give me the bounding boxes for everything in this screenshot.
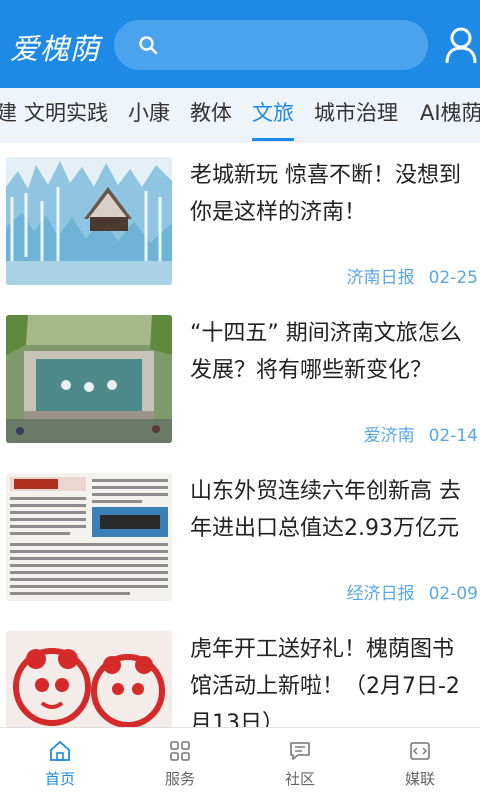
tab-civilization[interactable]: 文明实践 (24, 88, 108, 141)
news-title: 虎年开工送好礼！槐荫图书馆活动上新啦！（2月7日-2月13日） (190, 637, 460, 727)
nav-community[interactable]: 社区 (240, 728, 360, 800)
news-date: 02-25 (428, 268, 478, 288)
papercut-photo (6, 631, 172, 727)
tab-culture-tourism[interactable]: 文旅 (252, 88, 294, 141)
news-source: 经济日报 (346, 584, 415, 604)
news-date: 02-14 (428, 426, 478, 446)
nav-services-label: 服务 (164, 770, 195, 788)
news-meta: 济南日报 02-25 (347, 263, 478, 288)
news-title: 山东外贸连续六年创新高 去年进出口总值达2.93万亿元 (190, 479, 461, 541)
tab-party[interactable]: 建 (0, 88, 17, 141)
news-item[interactable]: 老城新玩 惊喜不断！没想到你是这样的济南！ 济南日报 02-25 (0, 143, 480, 301)
nav-community-label: 社区 (284, 770, 315, 788)
newspaper-photo (6, 473, 172, 601)
news-meta: 爱济南 02-14 (364, 421, 478, 446)
tab-city-governance[interactable]: 城市治理 (314, 88, 398, 141)
nav-home[interactable]: 首页 (0, 728, 120, 800)
spring-pool-photo (6, 315, 172, 443)
search-bar[interactable] (114, 20, 428, 70)
news-title: 老城新玩 惊喜不断！没想到你是这样的济南！ (190, 163, 461, 225)
news-source: 济南日报 (346, 268, 415, 288)
frozen-waterfall-photo (6, 157, 172, 285)
tab-education-sports[interactable]: 教体 (190, 88, 232, 141)
user-icon[interactable] (444, 26, 478, 64)
nav-services[interactable]: 服务 (120, 728, 240, 800)
news-item[interactable]: 山东外贸连续六年创新高 去年进出口总值达2.93万亿元 经济日报 02-09 (0, 459, 480, 617)
top-header: 爱槐荫 (0, 0, 480, 88)
news-meta: 经济日报 02-09 (347, 579, 478, 604)
news-title: “十四五” 期间济南文旅怎么发展？将有哪些新变化？ (190, 321, 462, 383)
nav-media[interactable]: 媒联 (360, 728, 480, 800)
home-icon (50, 740, 70, 761)
media-icon (410, 742, 430, 760)
bottom-nav: 首页 服务 社区 媒联 (0, 727, 480, 800)
category-tabs: 建 文明实践 小康 教体 文旅 城市治理 AI槐荫 (0, 88, 480, 142)
tab-ai-huaiyin[interactable]: AI槐荫 (420, 88, 480, 141)
chat-icon (290, 742, 310, 760)
news-list: 老城新玩 惊喜不断！没想到你是这样的济南！ 济南日报 02-25 “十四五” 期… (0, 143, 480, 727)
nav-media-label: 媒联 (404, 770, 435, 788)
nav-home-label: 首页 (44, 770, 75, 788)
news-date: 02-09 (428, 584, 478, 604)
news-item[interactable]: “十四五” 期间济南文旅怎么发展？将有哪些新变化？ 爱济南 02-14 (0, 301, 480, 459)
news-source: 爱济南 (363, 426, 415, 446)
tab-xiaokang[interactable]: 小康 (128, 88, 170, 141)
news-item[interactable]: 虎年开工送好礼！槐荫图书馆活动上新啦！（2月7日-2月13日） (0, 617, 480, 727)
grid-icon (170, 741, 190, 761)
app-logo: 爱槐荫 (10, 32, 101, 66)
search-icon (139, 36, 158, 55)
